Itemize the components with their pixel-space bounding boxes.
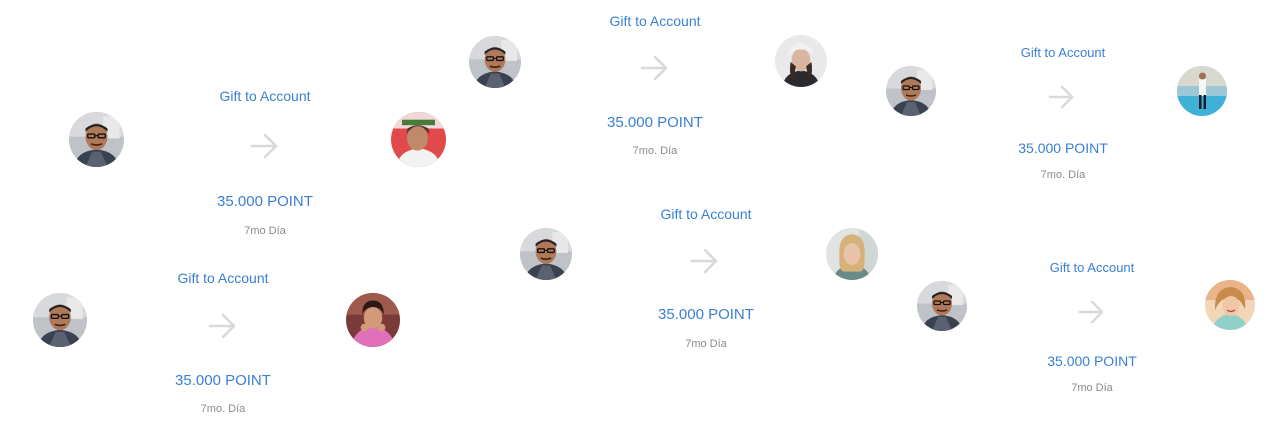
man-glasses-avatar[interactable] bbox=[886, 66, 936, 116]
gift-to-account-label: Gift to Account bbox=[177, 270, 269, 286]
gift-to-account-label: Gift to Account bbox=[219, 88, 311, 104]
woman-cap-avatar[interactable] bbox=[775, 35, 827, 87]
gift-to-account-label: Gift to Account bbox=[609, 13, 701, 29]
arrow-right-icon bbox=[1078, 299, 1106, 325]
arrow-right-icon bbox=[640, 54, 670, 82]
arrow-right-icon bbox=[250, 132, 280, 160]
man-glasses-avatar[interactable] bbox=[33, 293, 87, 347]
points-amount: 35.000 POINT bbox=[607, 114, 703, 131]
man-glasses-avatar[interactable] bbox=[469, 36, 521, 88]
woman-blonde-avatar[interactable] bbox=[826, 228, 878, 280]
arrow-right-icon bbox=[690, 247, 720, 275]
points-amount: 35.000 POINT bbox=[658, 306, 754, 323]
man-glasses-avatar[interactable] bbox=[520, 228, 572, 280]
man-glasses-avatar[interactable] bbox=[69, 112, 124, 167]
arrow-right-icon bbox=[208, 312, 238, 340]
gift-to-account-label: Gift to Account bbox=[1049, 260, 1135, 275]
man-glasses-avatar[interactable] bbox=[917, 281, 967, 331]
points-amount: 35.000 POINT bbox=[175, 372, 271, 389]
gift-to-account-label: Gift to Account bbox=[1020, 45, 1106, 60]
day-label: 7mo Día bbox=[1071, 382, 1113, 394]
points-amount: 35.000 POINT bbox=[217, 193, 313, 210]
day-label: 7mo. Día bbox=[1040, 169, 1086, 181]
gift-to-account-label: Gift to Account bbox=[660, 206, 752, 222]
girl-pink-avatar[interactable] bbox=[346, 293, 400, 347]
man-pool-avatar[interactable] bbox=[1177, 66, 1227, 116]
day-label: 7mo. Día bbox=[200, 403, 246, 415]
day-label: 7mo Día bbox=[244, 225, 286, 237]
woman-smiling-avatar[interactable] bbox=[1205, 280, 1255, 330]
arrow-right-icon bbox=[1048, 84, 1076, 110]
points-amount: 35.000 POINT bbox=[1018, 140, 1108, 156]
day-label: 7mo Día bbox=[685, 338, 727, 350]
day-label: 7mo. Día bbox=[632, 145, 678, 157]
man-red-background-avatar[interactable] bbox=[391, 112, 446, 167]
points-amount: 35.000 POINT bbox=[1047, 353, 1137, 369]
